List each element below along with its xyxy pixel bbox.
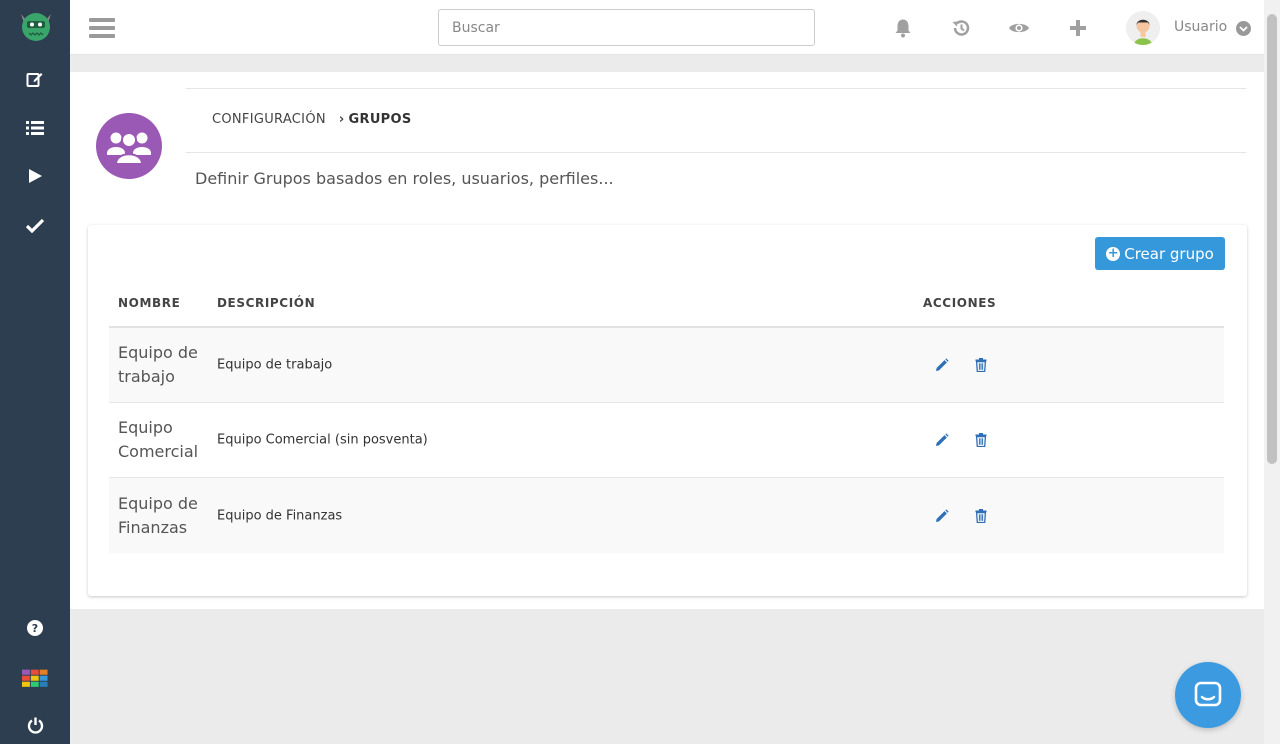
history-icon[interactable] xyxy=(950,17,972,39)
breadcrumb: CONFIGURACIÓN › GRUPOS xyxy=(212,112,412,127)
group-name: Equipo Comercial xyxy=(118,418,199,461)
menu-toggle-icon[interactable] xyxy=(89,18,115,38)
delete-trash-icon[interactable] xyxy=(973,508,989,524)
group-description: Equipo de Finanzas xyxy=(217,508,343,523)
delete-trash-icon[interactable] xyxy=(973,357,989,373)
create-group-label: Crear grupo xyxy=(1124,244,1214,263)
play-icon[interactable] xyxy=(22,163,48,189)
group-name: Equipo de Finanzas xyxy=(118,493,198,537)
help-icon[interactable]: ? xyxy=(22,615,48,641)
column-header-description: DESCRIPCIÓN xyxy=(217,296,316,310)
edit-pencil-icon[interactable] xyxy=(934,357,950,373)
divider xyxy=(186,152,1246,153)
breadcrumb-parent[interactable]: CONFIGURACIÓN xyxy=(212,112,326,127)
user-name[interactable]: Usuario xyxy=(1174,19,1227,35)
power-icon[interactable] xyxy=(22,712,48,738)
sidebar: ? xyxy=(0,0,70,744)
column-header-name: NOMBRE xyxy=(118,296,181,310)
chevron-down-icon[interactable] xyxy=(1236,21,1251,36)
table-row[interactable]: Equipo de Finanzas Equipo de Finanzas xyxy=(109,478,1224,553)
column-header-actions: ACCIONES xyxy=(923,296,997,310)
app-logo[interactable] xyxy=(18,10,54,42)
svg-text:?: ? xyxy=(32,622,38,635)
avatar[interactable] xyxy=(1126,11,1160,45)
group-description: Equipo de trabajo xyxy=(217,357,333,373)
bell-icon[interactable] xyxy=(892,17,914,39)
table-row[interactable]: Equipo Comercial Equipo Comercial (sin p… xyxy=(109,403,1224,478)
page-description: Definir Grupos basados en roles, usuario… xyxy=(195,169,614,188)
top-bar: Usuario xyxy=(70,0,1264,55)
edit-pencil-icon[interactable] xyxy=(934,508,950,524)
plus-circle-icon: + xyxy=(1106,245,1121,261)
edit-pencil-icon[interactable] xyxy=(934,432,950,448)
chat-icon xyxy=(1194,681,1222,707)
add-icon[interactable] xyxy=(1067,17,1089,39)
chevron-right-icon: › xyxy=(338,112,345,127)
search-input[interactable] xyxy=(438,9,815,46)
check-icon[interactable] xyxy=(22,212,48,238)
create-group-button[interactable]: + Crear grupo xyxy=(1095,237,1225,270)
scrollbar-thumb[interactable] xyxy=(1267,14,1277,464)
delete-trash-icon[interactable] xyxy=(973,432,989,448)
groups-icon xyxy=(96,113,162,179)
apps-grid-icon[interactable] xyxy=(22,665,48,691)
list-icon[interactable] xyxy=(22,115,48,141)
table-row[interactable]: Equipo de trabajo Equipo de trabajo xyxy=(109,328,1224,403)
scrollbar[interactable] xyxy=(1264,0,1280,744)
divider xyxy=(186,88,1246,89)
edit-icon[interactable] xyxy=(22,66,48,92)
group-name: Equipo de trabajo xyxy=(118,343,198,386)
chat-launcher-button[interactable] xyxy=(1175,662,1241,728)
breadcrumb-current: GRUPOS xyxy=(348,112,412,127)
group-description: Equipo Comercial (sin posventa) xyxy=(217,432,428,448)
eye-icon[interactable] xyxy=(1008,17,1030,39)
